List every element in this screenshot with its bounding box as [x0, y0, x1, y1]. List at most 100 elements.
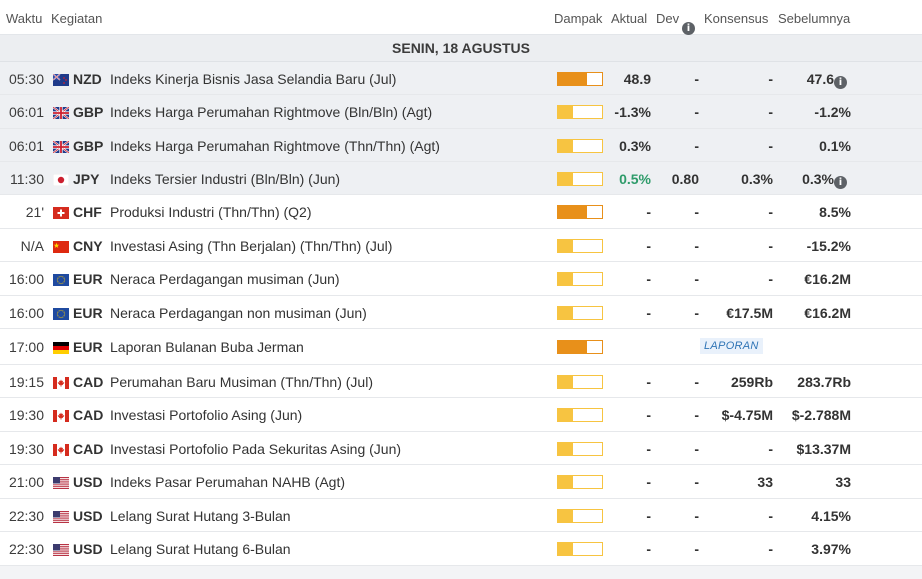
- event-deviation: -: [694, 407, 699, 423]
- impact-meter: [557, 542, 603, 556]
- event-actual: -: [646, 238, 651, 254]
- event-name[interactable]: Perumahan Baru Musiman (Thn/Thn) (Jul): [110, 374, 373, 390]
- event-currency: NZD: [73, 71, 102, 87]
- event-currency: GBP: [73, 138, 104, 154]
- event-consensus: -: [768, 104, 773, 120]
- event-name[interactable]: Laporan Bulanan Buba Jerman: [110, 339, 304, 355]
- col-aktual[interactable]: Aktual: [611, 11, 647, 26]
- col-sebelumnya[interactable]: Sebelumnya: [778, 11, 850, 26]
- event-time: 19:30: [8, 441, 44, 457]
- event-row[interactable]: 06:01 GBP Indeks Harga Perumahan Rightmove…: [0, 95, 922, 129]
- event-deviation: 0.80: [671, 171, 699, 187]
- event-name[interactable]: Indeks Harga Perumahan Rightmove (Thn/Th…: [110, 138, 440, 154]
- event-consensus: -: [768, 238, 773, 254]
- event-time: 06:01: [8, 138, 44, 154]
- event-actual: -: [646, 374, 651, 390]
- event-consensus: -: [768, 441, 773, 457]
- gb-flag-icon: [52, 140, 70, 154]
- event-deviation: -: [694, 474, 699, 490]
- event-name[interactable]: Investasi Asing (Thn Berjalan) (Thn/Thn)…: [110, 238, 392, 254]
- table-header: Waktu Kegiatan Dampak Aktual Dev i Konse…: [0, 0, 922, 35]
- event-time: N/A: [20, 238, 44, 254]
- event-deviation: -: [694, 238, 699, 254]
- impact-meter: [557, 172, 603, 186]
- event-name[interactable]: Indeks Pasar Perumahan NAHB (Agt): [110, 474, 345, 490]
- event-time: 05:30: [8, 71, 44, 87]
- event-actual: -: [646, 541, 651, 557]
- event-consensus: 0.3%: [741, 171, 773, 187]
- event-time: 16:00: [8, 305, 44, 321]
- impact-meter: [557, 509, 603, 523]
- event-previous: €16.2M: [804, 271, 851, 287]
- event-previous: 0.1%: [819, 138, 851, 154]
- col-konsensus[interactable]: Konsensus: [704, 11, 768, 26]
- info-icon[interactable]: i: [834, 172, 847, 189]
- event-actual: 0.5%: [619, 171, 651, 187]
- event-name[interactable]: Neraca Perdagangan musiman (Jun): [110, 271, 340, 287]
- col-dev[interactable]: Dev: [656, 11, 679, 26]
- event-name[interactable]: Lelang Surat Hutang 3-Bulan: [110, 508, 291, 524]
- event-row[interactable]: 06:01 GBP Indeks Harga Perumahan Rightmove…: [0, 129, 922, 162]
- event-row[interactable]: 22:30 USD Lelang Surat Hutang 3-Bulan - - - 4.…: [0, 499, 922, 532]
- report-link[interactable]: LAPORAN: [700, 338, 763, 354]
- event-name[interactable]: Investasi Portofolio Asing (Jun): [110, 407, 302, 423]
- event-previous: 47.6: [806, 71, 834, 87]
- event-time: 22:30: [8, 541, 44, 557]
- col-dampak[interactable]: Dampak: [554, 11, 602, 26]
- event-consensus: $-4.75M: [721, 407, 773, 423]
- event-deviation: -: [694, 104, 699, 120]
- event-currency: JPY: [73, 171, 100, 187]
- event-row[interactable]: 22:30 USD Lelang Surat Hutang 6-Bulan - - - 3.…: [0, 532, 922, 566]
- event-row[interactable]: 11:30 JPY Indeks Tersier Industri (Bln/Bln…: [0, 162, 922, 195]
- impact-meter: [557, 475, 603, 489]
- event-row[interactable]: 19:30 CAD Investasi Portofolio Pada Sekuri…: [0, 432, 922, 465]
- event-name[interactable]: Indeks Kinerja Bisnis Jasa Selandia Baru…: [110, 71, 396, 87]
- col-kegiatan[interactable]: Kegiatan: [51, 11, 102, 26]
- event-currency: EUR: [73, 339, 103, 355]
- event-row[interactable]: 16:00 EUR Neraca Perdagangan non musiman (…: [0, 296, 922, 329]
- event-name[interactable]: Indeks Tersier Industri (Bln/Bln) (Jun): [110, 171, 340, 187]
- event-row[interactable]: 16:00 EUR Neraca Perdagangan musiman (Jun)…: [0, 262, 922, 296]
- event-deviation: -: [694, 138, 699, 154]
- event-deviation: -: [694, 508, 699, 524]
- event-row[interactable]: 19:15 CAD Perumahan Baru Musiman (Thn/Thn)…: [0, 365, 922, 398]
- event-previous: 0.3%: [802, 171, 834, 187]
- gb-flag-icon: [52, 106, 70, 120]
- event-deviation: -: [694, 541, 699, 557]
- event-actual: -1.3%: [614, 104, 651, 120]
- impact-meter: [557, 205, 603, 219]
- ca-flag-icon: [53, 376, 69, 389]
- event-currency: CAD: [73, 374, 104, 390]
- event-deviation: -: [694, 374, 699, 390]
- event-time: 19:15: [8, 374, 44, 390]
- event-time: 11:30: [10, 171, 44, 187]
- us-flag-icon: [53, 543, 69, 556]
- event-row[interactable]: N/A CNY Investasi Asing (Thn Berjalan) (Th…: [0, 229, 922, 262]
- event-time: 22:30: [8, 508, 44, 524]
- event-row[interactable]: 21:00 USD Indeks Pasar Perumahan NAHB (Agt…: [0, 465, 922, 499]
- impact-meter: [557, 408, 603, 422]
- event-currency: GBP: [73, 104, 104, 120]
- event-name[interactable]: Lelang Surat Hutang 6-Bulan: [110, 541, 291, 557]
- event-deviation: -: [694, 305, 699, 321]
- event-name[interactable]: Indeks Harga Perumahan Rightmove (Bln/Bl…: [110, 104, 432, 120]
- col-waktu[interactable]: Waktu: [6, 11, 42, 26]
- event-row[interactable]: 05:30 NZD Indeks Kinerja Bisnis Jasa Selan…: [0, 62, 922, 95]
- event-name[interactable]: Produksi Industri (Thn/Thn) (Q2): [110, 204, 312, 220]
- event-currency: CAD: [73, 407, 104, 423]
- event-row[interactable]: 17:00 EUR Laporan Bulanan Buba Jerman LAPOR…: [0, 329, 922, 365]
- info-icon[interactable]: i: [834, 72, 847, 89]
- impact-meter: [557, 139, 603, 153]
- event-name[interactable]: Neraca Perdagangan non musiman (Jun): [110, 305, 367, 321]
- event-currency: USD: [73, 474, 103, 490]
- event-row[interactable]: 19:30 CAD Investasi Portofolio Asing (Jun)…: [0, 398, 922, 432]
- event-name[interactable]: Investasi Portofolio Pada Sekuritas Asin…: [110, 441, 401, 457]
- event-previous: 3.97%: [811, 541, 851, 557]
- impact-meter: [557, 239, 603, 253]
- event-previous: €16.2M: [804, 305, 851, 321]
- jp-flag-icon: [52, 173, 70, 187]
- event-row[interactable]: 21' CHF Produksi Industri (Thn/Thn) (Q2) - -…: [0, 195, 922, 229]
- impact-meter: [557, 306, 603, 320]
- event-consensus: 259Rb: [730, 374, 773, 390]
- event-deviation: -: [694, 71, 699, 87]
